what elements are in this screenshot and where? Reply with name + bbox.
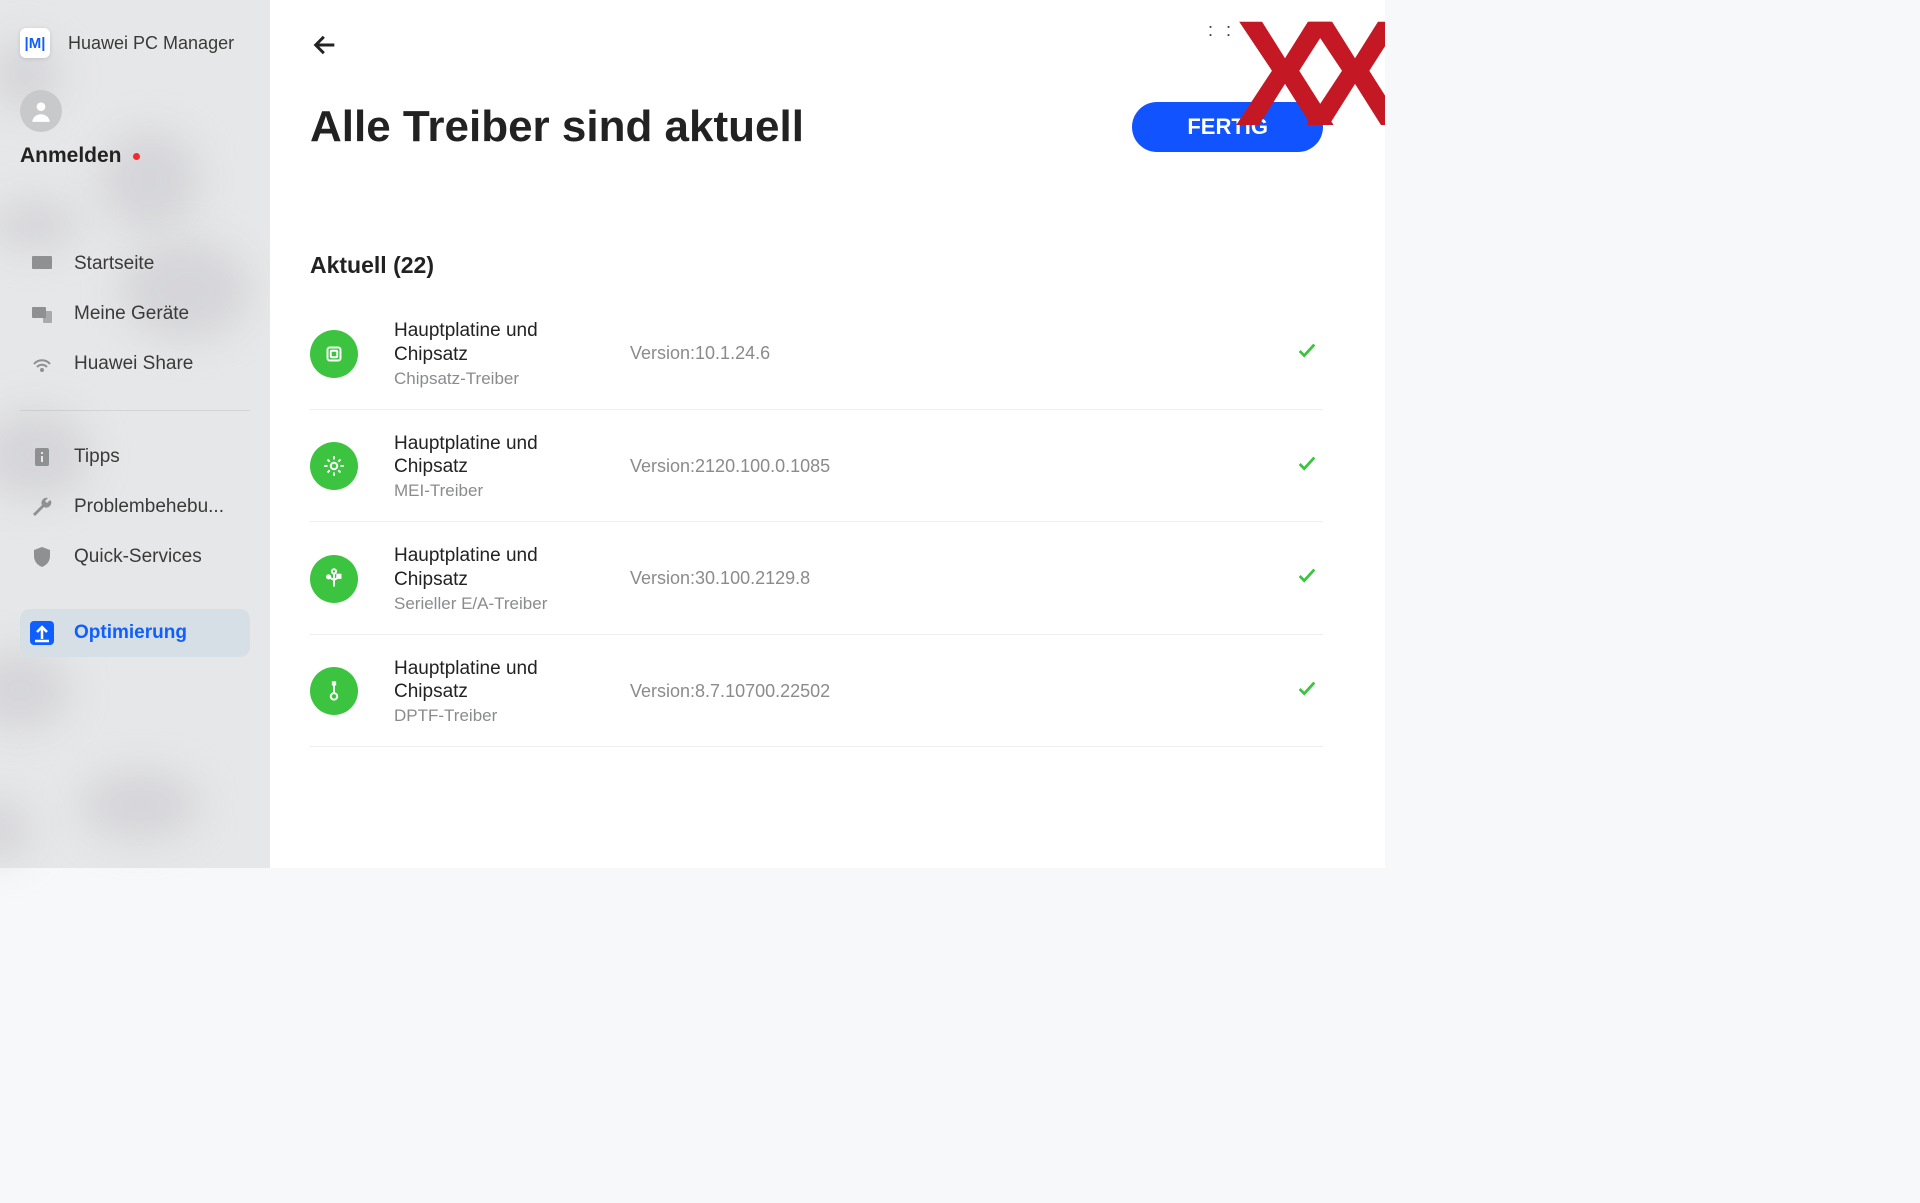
driver-title: Hauptplatine und Chipsatz <box>394 657 594 705</box>
driver-row: Hauptplatine und ChipsatzChipsatz-Treibe… <box>310 319 1323 410</box>
driver-title: Hauptplatine und Chipsatz <box>394 432 594 480</box>
driver-subtitle: DPTF-Treiber <box>394 706 594 726</box>
sidebar-item-label: Tipps <box>74 446 120 468</box>
section-title: Aktuell (22) <box>310 252 1323 279</box>
nav-group-active: Optimierung <box>0 609 270 657</box>
sidebar-item-label: Startseite <box>74 253 154 275</box>
sidebar-item-optimization[interactable]: Optimierung <box>20 609 250 657</box>
driver-category-icon <box>310 667 358 715</box>
driver-version: Version:2120.100.0.1085 <box>630 456 1257 477</box>
wifi-icon <box>30 352 54 376</box>
back-button[interactable] <box>310 30 340 60</box>
sidebar-item-devices[interactable]: Meine Geräte <box>20 290 250 338</box>
driver-title: Hauptplatine und Chipsatz <box>394 544 594 592</box>
nav-group-main: Startseite Meine Geräte Huawei Share <box>0 240 270 388</box>
login-label: Anmelden <box>20 144 122 167</box>
sidebar-item-label: Meine Geräte <box>74 303 189 325</box>
notification-dot-icon <box>133 153 140 160</box>
app-name: Huawei PC Manager <box>68 33 234 54</box>
driver-subtitle: Chipsatz-Treiber <box>394 369 594 389</box>
page-headline: Alle Treiber sind aktuell <box>310 102 804 152</box>
monitor-icon <box>30 252 54 276</box>
shield-icon <box>30 545 54 569</box>
driver-subtitle: MEI-Treiber <box>394 481 594 501</box>
driver-category-icon <box>310 442 358 490</box>
user-block[interactable]: Anmelden <box>20 90 270 168</box>
upload-icon <box>30 621 54 645</box>
check-icon <box>1293 678 1323 705</box>
driver-row: Hauptplatine und ChipsatzDPTF-Treiber Ver… <box>310 635 1323 748</box>
driver-version: Version:30.100.2129.8 <box>630 568 1257 589</box>
driver-text: Hauptplatine und ChipsatzMEI-Treiber <box>394 432 594 502</box>
sidebar-item-tips[interactable]: Tipps <box>20 433 250 481</box>
driver-category-icon <box>310 330 358 378</box>
driver-text: Hauptplatine und ChipsatzChipsatz-Treibe… <box>394 319 594 389</box>
driver-row: Hauptplatine und ChipsatzMEI-Treiber Vers… <box>310 410 1323 523</box>
devices-icon <box>30 302 54 326</box>
driver-text: Hauptplatine und ChipsatzDPTF-Treiber <box>394 657 594 727</box>
wrench-icon <box>30 495 54 519</box>
sidebar-item-troubleshoot[interactable]: Problembehebu... <box>20 483 250 531</box>
sidebar-item-services[interactable]: Quick-Services <box>20 533 250 581</box>
sidebar-item-label: Quick-Services <box>74 546 202 568</box>
sidebar-item-share[interactable]: Huawei Share <box>20 340 250 388</box>
driver-version: Version:8.7.10700.22502 <box>630 681 1257 702</box>
driver-version: Version:10.1.24.6 <box>630 343 1257 364</box>
check-icon <box>1293 453 1323 480</box>
nav-group-support: Tipps Problembehebu... Quick-Services <box>0 433 270 581</box>
nav-divider <box>20 410 250 411</box>
done-button[interactable]: FERTIG <box>1132 102 1323 152</box>
driver-category-icon <box>310 555 358 603</box>
login-link[interactable]: Anmelden <box>20 144 270 168</box>
sidebar-item-label: Optimierung <box>74 622 187 644</box>
info-icon <box>30 445 54 469</box>
driver-text: Hauptplatine und ChipsatzSerieller E/A-T… <box>394 544 594 614</box>
driver-list: Hauptplatine und ChipsatzChipsatz-Treibe… <box>310 319 1323 747</box>
sidebar-item-label: Huawei Share <box>74 353 193 375</box>
sidebar: |M| Huawei PC Manager Anmelden Startseit… <box>0 0 270 868</box>
drag-handle-icon[interactable]: : : <box>1208 20 1235 41</box>
check-icon <box>1293 340 1323 367</box>
check-icon <box>1293 565 1323 592</box>
driver-title: Hauptplatine und Chipsatz <box>394 319 594 367</box>
avatar-icon <box>20 90 62 132</box>
driver-subtitle: Serieller E/A-Treiber <box>394 594 594 614</box>
app-logo-icon: |M| <box>20 28 50 58</box>
sidebar-item-label: Problembehebu... <box>74 496 224 518</box>
brand: |M| Huawei PC Manager <box>0 28 270 58</box>
main-content: : : XX Alle Treiber sind aktuell FERTIG … <box>270 0 1385 868</box>
driver-row: Hauptplatine und ChipsatzSerieller E/A-T… <box>310 522 1323 635</box>
sidebar-item-home[interactable]: Startseite <box>20 240 250 288</box>
